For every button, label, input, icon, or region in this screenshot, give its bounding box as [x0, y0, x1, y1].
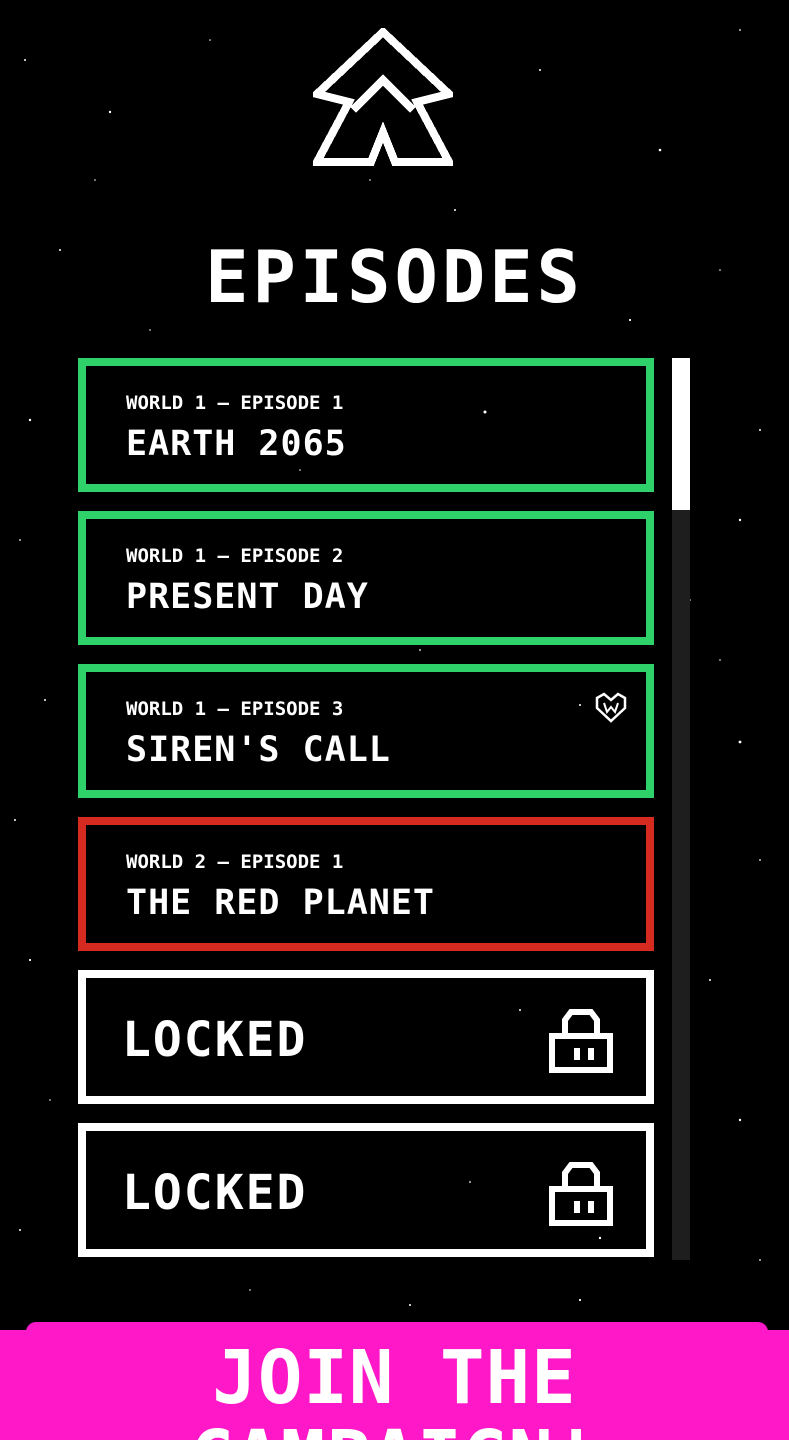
- padlock-icon: [549, 1162, 613, 1226]
- locked-episode-card[interactable]: LOCKED: [78, 970, 654, 1104]
- episode-card-present-day[interactable]: WORLD 1 – EPISODE 2 PRESENT DAY: [78, 511, 654, 645]
- episode-name: THE RED PLANET: [126, 883, 436, 923]
- heart-badge-icon: [595, 692, 627, 723]
- scrollbar-thumb[interactable]: [672, 358, 690, 510]
- join-campaign-label: JOIN THE CAMPAIGN!: [190, 1335, 599, 1440]
- episode-subtitle: WORLD 1 – EPISODE 2: [126, 545, 344, 567]
- episode-name: SIREN'S CALL: [126, 730, 391, 770]
- meeple-logo-icon: [313, 28, 453, 166]
- locked-label: LOCKED: [122, 1165, 308, 1221]
- locked-episode-card[interactable]: LOCKED: [78, 1123, 654, 1257]
- episode-card-the-red-planet[interactable]: WORLD 2 – EPISODE 1 THE RED PLANET: [78, 817, 654, 951]
- locked-label: LOCKED: [122, 1012, 308, 1068]
- episode-subtitle: WORLD 2 – EPISODE 1: [126, 851, 344, 873]
- episode-subtitle: WORLD 1 – EPISODE 1: [126, 392, 344, 414]
- episode-card-earth-2065[interactable]: WORLD 1 – EPISODE 1 EARTH 2065: [78, 358, 654, 492]
- join-campaign-button[interactable]: JOIN THE CAMPAIGN!: [0, 1322, 789, 1440]
- episode-subtitle: WORLD 1 – EPISODE 3: [126, 698, 344, 720]
- episode-name: PRESENT DAY: [126, 577, 369, 617]
- page-title: EPISODES: [205, 235, 584, 319]
- padlock-icon: [549, 1009, 613, 1073]
- episode-card-sirens-call[interactable]: WORLD 1 – EPISODE 3 SIREN'S CALL: [78, 664, 654, 798]
- episode-name: EARTH 2065: [126, 424, 347, 464]
